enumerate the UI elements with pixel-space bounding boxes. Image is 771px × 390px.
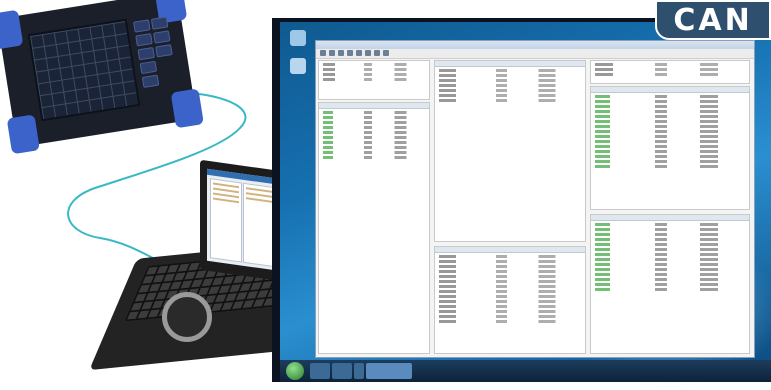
toolbar-button[interactable]: [356, 50, 362, 56]
taskbar-active-button[interactable]: [366, 363, 412, 379]
message-table-panel: [434, 60, 586, 242]
toolbar-button[interactable]: [374, 50, 380, 56]
recorder-key: [141, 74, 160, 88]
desktop-shortcut-icon[interactable]: [290, 58, 306, 74]
recorder-key: [150, 16, 169, 30]
taskbar-button[interactable]: [332, 363, 352, 379]
can-badge: CAN: [655, 0, 771, 40]
bumper-left-bottom: [6, 114, 40, 155]
bumper-left: [0, 9, 24, 50]
toolbar-button[interactable]: [347, 50, 353, 56]
channel-table-panel: [590, 214, 750, 354]
recorder-key: [137, 46, 155, 61]
filter-panel: [590, 60, 750, 84]
taskbar-button[interactable]: [354, 363, 364, 379]
recorder-key: [139, 60, 158, 75]
settings-panel: [318, 60, 430, 100]
recorder-key: [153, 30, 171, 44]
signal-list-panel: [318, 102, 430, 354]
toolbar-button[interactable]: [383, 50, 389, 56]
recorder-screen: [27, 18, 141, 122]
start-orb-icon[interactable]: [286, 362, 304, 380]
toolbar-button[interactable]: [320, 50, 326, 56]
window-toolbar: [316, 49, 754, 59]
recycle-bin-icon[interactable]: [290, 30, 306, 46]
recorder-key: [135, 33, 153, 47]
taskbar-button[interactable]: [310, 363, 330, 379]
bumper-right-bottom: [170, 88, 204, 129]
recorder-key: [155, 44, 173, 58]
laptop-touchpad: [162, 292, 212, 342]
toolbar-button[interactable]: [329, 50, 335, 56]
frame-log-panel: [434, 246, 586, 354]
can-badge-label: CAN: [673, 2, 753, 38]
recorder-key: [133, 19, 151, 33]
decode-table-panel: [590, 86, 750, 210]
toolbar-button[interactable]: [365, 50, 371, 56]
toolbar-button[interactable]: [338, 50, 344, 56]
window-titlebar[interactable]: [316, 41, 754, 49]
